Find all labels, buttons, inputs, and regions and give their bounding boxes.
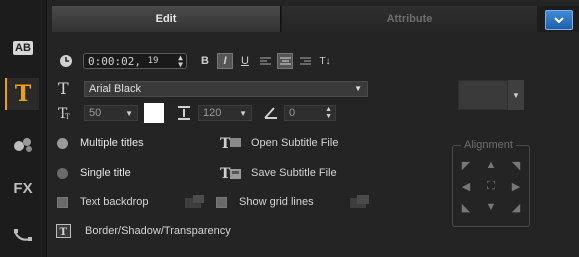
text-backdrop-checkbox[interactable]: [57, 196, 68, 208]
alignment-group: Alignment ◤ ▲ ◥ ◀ ⛶ ▶ ◣ ▼ ◢: [452, 139, 530, 227]
timecode-value: 0:00:02: [88, 54, 135, 68]
align-left-button[interactable]: [257, 53, 273, 69]
title-button[interactable]: T: [5, 78, 39, 110]
instant-project-button[interactable]: AB: [7, 32, 39, 64]
align-right-icon: [299, 57, 311, 64]
align-center-icon: [279, 57, 291, 64]
title-preset-swatch: [458, 80, 508, 110]
angle-value: 0: [289, 107, 296, 119]
vertical-text-button[interactable]: T↓: [317, 53, 333, 69]
align-middle-right-icon[interactable]: ▶: [510, 180, 522, 193]
fx-button[interactable]: FX: [7, 172, 39, 204]
svg-text:T: T: [65, 113, 70, 120]
clock-icon: [60, 55, 72, 67]
fx-icon: FX: [13, 179, 33, 197]
show-grid-label: Show grid lines: [239, 196, 314, 208]
stepper-up-icon: ▲: [325, 106, 332, 113]
chevron-down-icon: ▼: [512, 90, 520, 100]
open-subtitle-label[interactable]: Open Subtitle File: [251, 137, 338, 149]
chevron-down-icon: [554, 17, 564, 23]
particle-icon: [14, 138, 32, 152]
align-bottom-center-icon[interactable]: ▼: [485, 201, 497, 213]
save-subtitle-label[interactable]: Save Subtitle File: [251, 167, 337, 179]
edit-panel: 0:00:02, 19 ▲ ▼ B I U T↓ T Arial Black ▼ …: [52, 32, 579, 257]
collapse-button[interactable]: [545, 10, 573, 30]
tab-edit[interactable]: Edit: [52, 6, 281, 32]
align-bottom-left-icon[interactable]: ◣: [460, 201, 472, 214]
title-preset-dropdown[interactable]: ▼: [508, 80, 524, 110]
stepper-down-icon: ▼: [178, 60, 183, 69]
motion-path-button[interactable]: [7, 220, 39, 252]
font-size-select[interactable]: 50 ▼: [84, 105, 138, 121]
font-size-value: 50: [89, 107, 102, 119]
line-spacing-value: 120: [203, 107, 222, 119]
border-shadow-icon[interactable]: T: [56, 224, 71, 238]
multiple-titles-label: Multiple titles: [80, 137, 144, 149]
svg-text:T: T: [220, 136, 231, 151]
underline-button[interactable]: U: [237, 53, 253, 69]
line-spacing-select[interactable]: 120 ▼: [198, 105, 252, 121]
motion-path-icon: [14, 229, 32, 241]
single-title-label: Single title: [80, 167, 131, 179]
align-top-right-icon[interactable]: ◥: [510, 159, 522, 172]
alignment-title: Alignment: [461, 139, 516, 151]
svg-text:T: T: [220, 166, 231, 181]
timecode-input[interactable]: 0:00:02, 19 ▲ ▼: [83, 53, 187, 69]
font-color-swatch[interactable]: [144, 103, 164, 123]
border-shadow-label[interactable]: Border/Shadow/Transparency: [85, 225, 231, 237]
align-right-button[interactable]: [297, 53, 313, 69]
chevron-down-icon: ▼: [125, 108, 133, 118]
ab-icon: AB: [13, 41, 33, 55]
multiple-titles-radio[interactable]: [57, 137, 68, 149]
chevron-down-icon: ▼: [239, 108, 247, 118]
particle-button[interactable]: [7, 128, 39, 160]
bold-button[interactable]: B: [197, 53, 213, 69]
timecode-stepper[interactable]: ▲ ▼: [178, 54, 183, 69]
chevron-down-icon: ▼: [354, 84, 362, 93]
align-middle-left-icon[interactable]: ◀: [460, 180, 472, 193]
open-subtitle-icon[interactable]: T: [220, 135, 242, 151]
tab-bar: Edit Attribute: [52, 6, 579, 32]
font-family-select[interactable]: Arial Black ▼: [84, 80, 368, 97]
timecode-sep: ,: [134, 54, 148, 68]
backdrop-settings-icon[interactable]: [184, 194, 206, 210]
align-left-icon: [259, 57, 271, 64]
text-backdrop-label: Text backdrop: [80, 196, 149, 208]
angle-stepper[interactable]: ▲ ▼: [325, 106, 332, 120]
tab-attribute[interactable]: Attribute: [282, 6, 537, 32]
side-toolbar: AB T FX: [0, 0, 47, 257]
angle-icon: [264, 107, 277, 119]
timecode-frames: 19: [147, 56, 159, 66]
align-center-icon[interactable]: ⛶: [485, 180, 497, 192]
line-spacing-icon: [178, 106, 190, 120]
single-title-radio[interactable]: [57, 167, 68, 179]
align-top-center-icon[interactable]: ▲: [485, 159, 497, 171]
italic-button[interactable]: I: [217, 53, 233, 69]
grid-settings-icon[interactable]: [349, 194, 371, 210]
font-icon: T: [58, 79, 69, 98]
align-bottom-right-icon[interactable]: ◢: [510, 201, 522, 214]
svg-text:T: T: [60, 227, 68, 238]
save-subtitle-icon[interactable]: T: [220, 165, 242, 181]
angle-input[interactable]: 0 ▲ ▼: [284, 105, 336, 121]
font-family-value: Arial Black: [89, 82, 141, 95]
stepper-down-icon: ▼: [325, 113, 332, 120]
show-grid-checkbox[interactable]: [216, 196, 227, 208]
align-top-left-icon[interactable]: ◤: [460, 159, 472, 172]
font-size-icon: TT: [58, 106, 70, 120]
align-center-button[interactable]: [277, 53, 293, 69]
title-t-icon: T: [14, 81, 32, 107]
title-preset-select[interactable]: ▼: [458, 80, 524, 110]
